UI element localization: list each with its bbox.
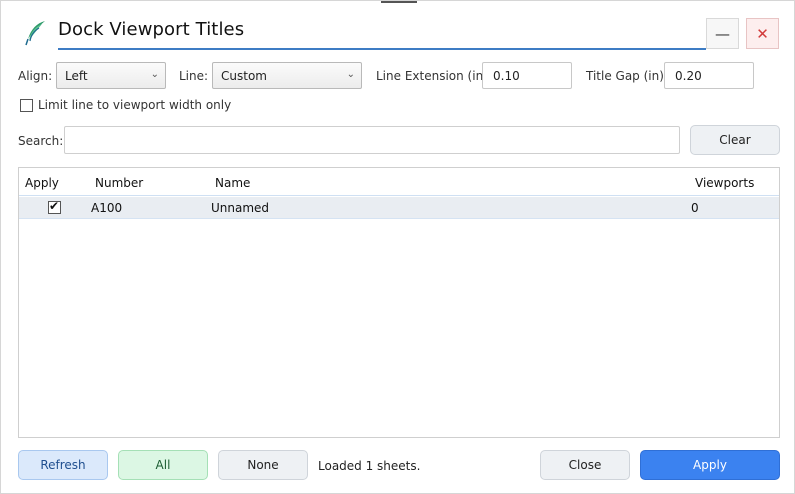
select-none-button[interactable]: None — [218, 450, 308, 480]
close-button-label: Close — [568, 458, 602, 472]
status-text: Loaded 1 sheets. — [318, 459, 421, 473]
align-label: Align: — [18, 69, 53, 83]
apply-button-label: Apply — [693, 458, 727, 472]
align-select[interactable]: Left ⌄ — [56, 62, 166, 89]
line-extension-value: 0.10 — [493, 69, 520, 83]
clear-button-label: Clear — [719, 133, 751, 147]
table-header: Apply Number Name Viewports — [19, 168, 779, 196]
search-label: Search: — [18, 134, 64, 148]
line-extension-label: Line Extension (in): — [376, 69, 492, 83]
chevron-down-icon: ⌄ — [150, 69, 159, 80]
line-select[interactable]: Custom ⌄ — [212, 62, 362, 89]
column-header-number[interactable]: Number — [95, 176, 143, 190]
minimize-button[interactable]: — — [706, 18, 739, 49]
select-all-button[interactable]: All — [118, 450, 208, 480]
line-label: Line: — [179, 69, 209, 83]
row-viewports: 0 — [691, 201, 699, 215]
column-header-viewports[interactable]: Viewports — [695, 176, 754, 190]
close-window-button[interactable]: ✕ — [746, 18, 779, 49]
refresh-button[interactable]: Refresh — [18, 450, 108, 480]
dialog-title: Dock Viewport Titles — [58, 19, 245, 40]
dialog-window: Dock Viewport Titles — ✕ Align: Left ⌄ L… — [0, 0, 795, 494]
title-gap-label: Title Gap (in): — [586, 69, 668, 83]
title-gap-value: 0.20 — [675, 69, 702, 83]
column-header-name[interactable]: Name — [215, 176, 250, 190]
minimize-icon: — — [715, 24, 730, 43]
align-select-value: Left — [65, 69, 88, 83]
column-header-apply[interactable]: Apply — [25, 176, 59, 190]
sheets-table: Apply Number Name Viewports A100 Unnamed… — [18, 167, 780, 438]
close-button[interactable]: Close — [540, 450, 630, 480]
title-underline — [58, 48, 706, 50]
row-name: Unnamed — [211, 201, 270, 215]
select-all-button-label: All — [155, 458, 171, 472]
clear-button[interactable]: Clear — [690, 125, 780, 155]
row-number: A100 — [91, 201, 123, 215]
line-select-value: Custom — [221, 69, 267, 83]
apply-button[interactable]: Apply — [640, 450, 780, 480]
window-drag-notch — [381, 1, 417, 3]
close-icon: ✕ — [756, 24, 769, 43]
chevron-down-icon: ⌄ — [346, 69, 355, 80]
limit-line-checkbox[interactable] — [20, 99, 33, 112]
limit-line-label: Limit line to viewport width only — [38, 98, 232, 112]
title-gap-input[interactable]: 0.20 — [664, 62, 754, 89]
row-apply-checkbox[interactable] — [48, 199, 61, 214]
line-extension-input[interactable]: 0.10 — [482, 62, 572, 89]
select-none-button-label: None — [247, 458, 279, 472]
table-row[interactable]: A100 Unnamed 0 — [19, 197, 779, 219]
search-input[interactable] — [64, 126, 680, 154]
refresh-button-label: Refresh — [40, 458, 86, 472]
feather-logo-icon — [25, 21, 45, 46]
